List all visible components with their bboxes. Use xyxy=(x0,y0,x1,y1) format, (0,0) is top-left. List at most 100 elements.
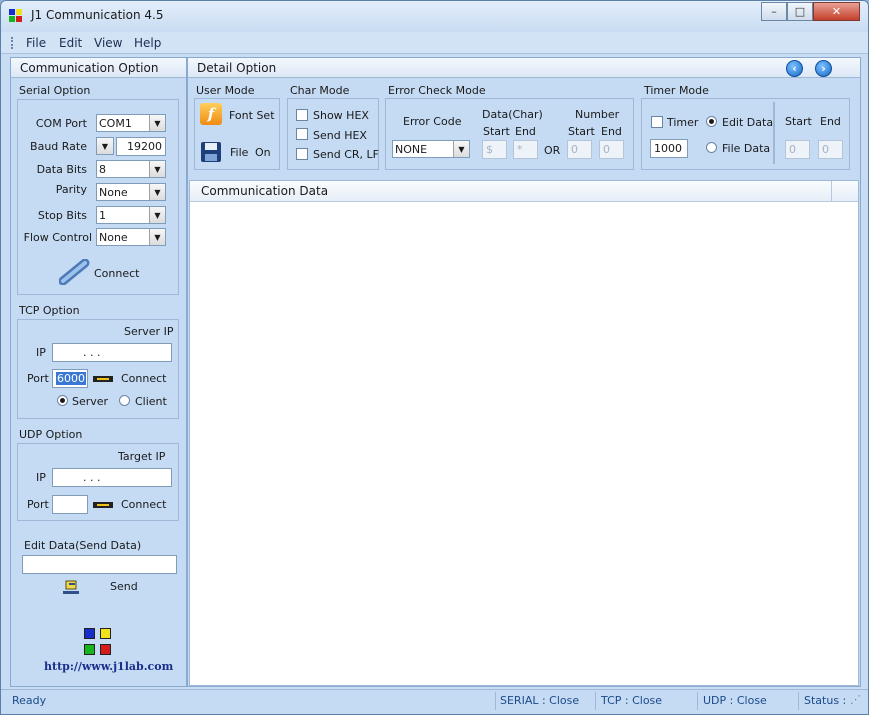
send-crlf-checkbox[interactable] xyxy=(296,148,308,160)
menu-grip-icon xyxy=(11,37,14,49)
send-label[interactable]: Send xyxy=(110,580,138,593)
menu-help[interactable]: Help xyxy=(134,36,161,50)
communication-data-list[interactable]: Communication Data xyxy=(189,180,859,686)
timer-checkbox[interactable] xyxy=(651,116,663,128)
floppy-disk-icon[interactable] xyxy=(200,141,222,163)
tcp-ip-input[interactable]: . . . xyxy=(52,343,172,362)
server-ip-label: Server IP xyxy=(124,325,174,338)
chevron-down-icon: ▼ xyxy=(149,207,165,223)
server-label: Server xyxy=(72,395,109,408)
flow-control-label: Flow Control xyxy=(23,231,92,244)
column-communication-data[interactable]: Communication Data xyxy=(190,181,832,201)
timer-divider xyxy=(773,102,775,164)
title-bar[interactable]: J1 Communication 4.5 – □ ✕ xyxy=(1,1,868,31)
flow-control-value: None xyxy=(99,231,128,244)
client-radio[interactable] xyxy=(119,395,130,406)
app-window: J1 Communication 4.5 – □ ✕ File Edit Vie… xyxy=(0,0,869,715)
udp-ip-label: IP xyxy=(36,471,46,484)
website-link[interactable]: http://www.j1lab.com xyxy=(44,660,173,673)
timer-end-input[interactable]: 0 xyxy=(818,140,843,159)
number-start-input[interactable]: 0 xyxy=(567,140,592,159)
number-end-input[interactable]: 0 xyxy=(599,140,624,159)
send-hex-checkbox[interactable] xyxy=(296,128,308,140)
close-button[interactable]: ✕ xyxy=(813,2,860,21)
data-end-input[interactable]: * xyxy=(513,140,538,159)
error-code-select[interactable]: NONE ▼ xyxy=(392,140,470,158)
timer-mode-title: Timer Mode xyxy=(644,84,709,97)
com-port-select[interactable]: COM1 ▼ xyxy=(96,114,166,132)
parity-select[interactable]: None ▼ xyxy=(96,183,166,201)
com-port-value: COM1 xyxy=(99,117,132,130)
font-set-icon[interactable]: f xyxy=(200,103,222,125)
status-connection: Status : xyxy=(804,694,847,707)
stop-bits-label: Stop Bits xyxy=(37,209,87,222)
menu-file[interactable]: File xyxy=(26,36,46,50)
serial-connect-label[interactable]: Connect xyxy=(94,267,139,280)
error-check-mode-title: Error Check Mode xyxy=(388,84,486,97)
window-title: J1 Communication 4.5 xyxy=(31,8,164,22)
timer-start-input[interactable]: 0 xyxy=(785,140,810,159)
menu-bar: File Edit View Help xyxy=(1,32,868,54)
stop-bits-select[interactable]: 1 ▼ xyxy=(96,206,166,224)
serial-connect-button[interactable] xyxy=(58,258,93,286)
send-icon[interactable] xyxy=(61,578,81,596)
menu-view[interactable]: View xyxy=(94,36,122,50)
data-bits-value: 8 xyxy=(99,163,106,176)
or-label: OR xyxy=(544,144,561,157)
send-hex-label: Send HEX xyxy=(313,129,367,142)
tcp-ip-label: IP xyxy=(36,346,46,359)
edit-data-radio[interactable] xyxy=(706,116,717,127)
tcp-connect-label[interactable]: Connect xyxy=(121,372,166,385)
udp-port-label: Port xyxy=(27,498,49,511)
chevron-down-icon: ▼ xyxy=(149,161,165,177)
status-ready: Ready xyxy=(12,694,47,707)
app-icon xyxy=(9,9,23,23)
timer-end-label: End xyxy=(820,115,841,128)
tcp-option-title: TCP Option xyxy=(19,304,80,317)
flow-control-select[interactable]: None ▼ xyxy=(96,228,166,246)
timer-interval-input[interactable]: 1000 xyxy=(650,139,688,158)
data-bits-select[interactable]: 8 ▼ xyxy=(96,160,166,178)
communication-data-header: Communication Data xyxy=(190,181,858,202)
send-data-input[interactable] xyxy=(22,555,177,574)
minimize-button[interactable]: – xyxy=(761,2,787,21)
tcp-port-label: Port xyxy=(27,372,49,385)
error-code-label: Error Code xyxy=(403,115,462,128)
file-data-label: File Data xyxy=(722,142,771,155)
cable-icon xyxy=(93,499,113,508)
edit-data-label: Edit Data xyxy=(722,116,774,129)
forward-arrow-icon[interactable]: › xyxy=(815,60,832,77)
server-radio[interactable] xyxy=(57,395,68,406)
status-separator xyxy=(697,692,698,710)
udp-ip-input[interactable]: . . . xyxy=(52,468,172,487)
send-crlf-label: Send CR, LF xyxy=(313,148,379,161)
baud-rate-select[interactable]: ▼ xyxy=(96,137,114,155)
show-hex-checkbox[interactable] xyxy=(296,109,308,121)
file-data-radio[interactable] xyxy=(706,142,717,153)
baud-rate-input[interactable]: 19200 xyxy=(116,137,166,156)
serial-option-title: Serial Option xyxy=(19,84,91,97)
font-set-label[interactable]: Font Set xyxy=(229,109,275,122)
status-separator xyxy=(495,692,496,710)
user-mode-title: User Mode xyxy=(196,84,255,97)
chevron-down-icon: ▼ xyxy=(149,184,165,200)
status-tcp: TCP : Close xyxy=(601,694,663,707)
timer-start-label: Start xyxy=(785,115,812,128)
number-start-label: Start xyxy=(568,125,595,138)
number-end-label: End xyxy=(601,125,622,138)
tcp-port-value: 6000 xyxy=(56,372,86,385)
j1lab-logo xyxy=(84,628,112,656)
tcp-port-input[interactable]: 6000 xyxy=(52,369,88,388)
target-ip-label: Target IP xyxy=(118,450,166,463)
menu-edit[interactable]: Edit xyxy=(59,36,82,50)
back-arrow-icon[interactable]: ‹ xyxy=(786,60,803,77)
file-state: On xyxy=(255,146,271,159)
resize-grip-icon[interactable]: ⋰ xyxy=(850,693,861,706)
udp-connect-label[interactable]: Connect xyxy=(121,498,166,511)
udp-port-input[interactable] xyxy=(52,495,88,514)
edit-data-title: Edit Data(Send Data) xyxy=(24,539,142,552)
maximize-button[interactable]: □ xyxy=(787,2,813,21)
status-separator xyxy=(798,692,799,710)
number-label: Number xyxy=(575,108,620,121)
data-start-input[interactable]: $ xyxy=(482,140,507,159)
